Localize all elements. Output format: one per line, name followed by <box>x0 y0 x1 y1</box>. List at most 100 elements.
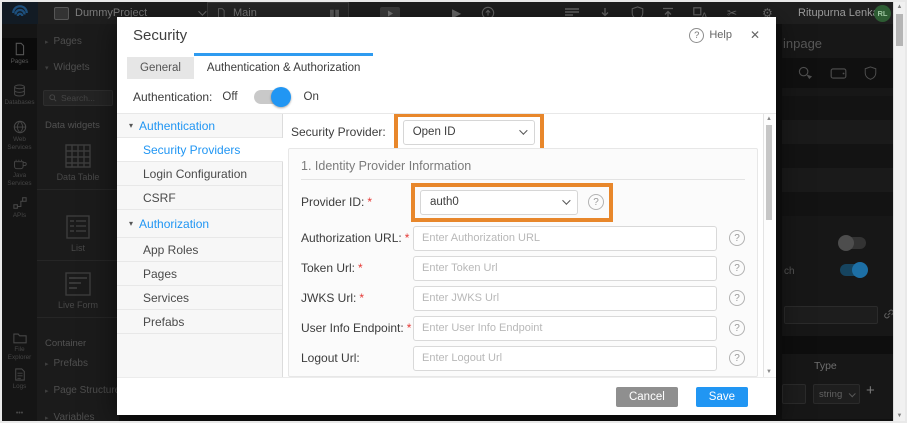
field-row-token-url: Token Url:* ? <box>301 255 749 281</box>
app-screenshot: DummyProject Main ▶ A ✂ ⚙ Ritupurna Lenk… <box>0 0 907 423</box>
scroll-down-icon[interactable]: ▼ <box>894 413 905 419</box>
rail-item-databases: Databases <box>2 84 37 107</box>
authentication-toggle[interactable] <box>253 87 291 107</box>
user-name: Ritupurna Lenka <box>798 7 879 19</box>
device-icon <box>830 68 847 79</box>
type-select: string <box>813 384 860 404</box>
data-table-icon <box>65 144 91 168</box>
field-row-provider-id: Provider ID: * auth0 ? <box>301 182 749 222</box>
help-label: Help <box>709 29 732 41</box>
scroll-up-icon[interactable]: ▲ <box>764 116 774 122</box>
logout-url-input[interactable] <box>413 345 717 371</box>
caret-right-icon: ▸ <box>45 414 49 422</box>
form-scrollbar-thumb[interactable] <box>766 125 772 220</box>
panel-toolbar <box>782 58 895 88</box>
save-button[interactable]: Save <box>695 386 748 407</box>
field-row-logout-url: Logout Url: ? <box>301 345 749 371</box>
required-asterisk: * <box>404 231 410 245</box>
help-circle-icon[interactable]: ? <box>729 350 745 366</box>
dialog-title: Security <box>133 26 188 44</box>
pages-icon <box>15 42 25 56</box>
rail-item-apis: APIs <box>2 196 37 220</box>
panel-row <box>782 144 895 168</box>
authorization-url-input[interactable] <box>413 225 717 251</box>
chevron-down-icon <box>848 389 856 397</box>
provider-id-select[interactable]: auth0 <box>420 189 578 215</box>
field-label: Authorization URL: * <box>301 231 410 245</box>
required-asterisk: * <box>406 321 412 335</box>
help-circle-icon[interactable]: ? <box>729 260 745 276</box>
field-row-user-info-endpoint: User Info Endpoint:* ? <box>301 315 749 341</box>
page-title-fragment: inpage <box>783 36 823 51</box>
left-icon-rail: Pages Databases Web Services Java Servic… <box>2 24 37 421</box>
section-container: Container <box>45 338 87 349</box>
field-label: Token Url: * <box>301 261 363 275</box>
nav-item-login-configuration[interactable]: Login Configuration <box>117 162 282 186</box>
jwks-url-input[interactable] <box>413 285 717 311</box>
nav-item-csrf[interactable]: CSRF <box>117 186 282 210</box>
app-scrollbar[interactable]: ▲ ▼ <box>893 2 905 421</box>
user-info-endpoint-input[interactable] <box>413 315 717 341</box>
help-button[interactable]: ? Help <box>689 27 732 43</box>
nav-group-authorization[interactable]: ▾ Authorization <box>117 210 282 238</box>
nav-group-authentication[interactable]: ▾ Authentication <box>117 114 282 138</box>
field-label: Logout Url: <box>301 351 360 365</box>
rail-item-file-explorer: File Explorer <box>2 332 37 362</box>
scroll-down-icon[interactable]: ▼ <box>764 369 774 375</box>
help-circle-icon[interactable]: ? <box>729 230 745 246</box>
tab-authentication-authorization[interactable]: Authentication & Authorization <box>193 53 374 79</box>
app-scrollbar-thumb[interactable] <box>896 14 903 46</box>
token-url-input[interactable] <box>413 255 717 281</box>
provider-form: Security Provider: Open ID 1. Identity P… <box>283 114 762 377</box>
dialog-header: Security ? Help ✕ <box>117 17 776 53</box>
nav-item-pages[interactable]: Pages <box>117 262 282 286</box>
form-scrollbar[interactable]: ▲ ▼ <box>763 114 774 377</box>
caret-down-icon: ▾ <box>45 64 49 72</box>
coffee-cup-icon <box>13 159 27 170</box>
nav-item-security-providers[interactable]: Security Providers <box>117 138 283 162</box>
cancel-button[interactable]: Cancel <box>615 386 678 407</box>
panel-row <box>782 192 895 216</box>
section-title: 1. Identity Provider Information <box>301 159 472 173</box>
security-provider-label: Security Provider: <box>291 125 386 139</box>
field-label: Provider ID: * <box>301 195 373 209</box>
type-column-header: Type <box>814 360 837 372</box>
avatar-initials: RL <box>874 4 891 22</box>
wavemaker-logo-icon <box>2 2 38 24</box>
nav-item-app-roles[interactable]: App Roles <box>117 238 282 262</box>
help-circle-icon[interactable]: ? <box>729 290 745 306</box>
list-icon <box>66 215 90 239</box>
identity-provider-panel: 1. Identity Provider Information Provide… <box>288 148 758 377</box>
tree-pages: ▸ Pages <box>45 36 82 47</box>
panel-row <box>782 168 895 192</box>
nav-item-services[interactable]: Services <box>117 286 282 310</box>
search-icon <box>49 94 57 102</box>
property-toggle-off <box>838 235 866 251</box>
tree-prefabs: ▸ Prefabs <box>45 358 88 369</box>
toggle-knob <box>270 87 291 107</box>
globe-icon <box>13 120 26 134</box>
help-question-icon: ? <box>689 27 705 43</box>
widget-tile-live-form: Live Form <box>37 264 119 318</box>
tab-general[interactable]: General <box>127 57 194 79</box>
help-circle-icon[interactable]: ? <box>588 194 604 210</box>
section-data-widgets: Data widgets <box>45 120 100 131</box>
caret-right-icon: ▸ <box>45 387 49 395</box>
tree-widgets: ▾ Widgets <box>45 62 90 73</box>
param-name-field <box>782 384 806 404</box>
nav-item-prefabs[interactable]: Prefabs <box>117 310 282 334</box>
help-circle-icon[interactable]: ? <box>729 320 745 336</box>
field-label: JWKS Url: * <box>301 291 365 305</box>
live-form-icon <box>65 272 91 296</box>
scroll-up-icon[interactable]: ▲ <box>894 4 905 10</box>
field-row-authorization-url: Authorization URL:* ? <box>301 225 749 251</box>
provider-id-highlight: auth0 ? <box>411 182 613 222</box>
dialog-tabs: General Authentication & Authorization <box>117 53 776 79</box>
chevron-down-icon <box>518 126 528 135</box>
toggle-on-label: On <box>303 91 319 103</box>
security-provider-select[interactable]: Open ID <box>402 119 535 145</box>
field-label: User Info Endpoint: * <box>301 321 412 335</box>
security-provider-highlight: Open ID <box>393 114 544 152</box>
shield-small-icon <box>864 66 877 80</box>
close-icon[interactable]: ✕ <box>750 28 760 42</box>
